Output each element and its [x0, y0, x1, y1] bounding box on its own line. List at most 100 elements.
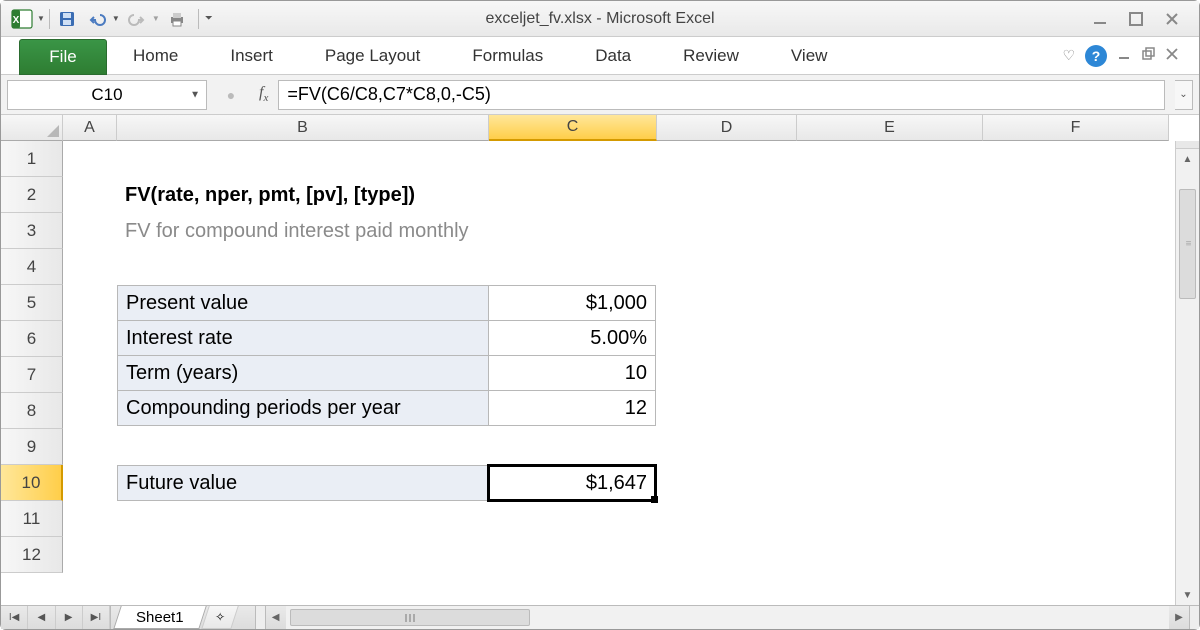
cell-c5[interactable]: $1,000: [488, 285, 656, 321]
row-header-5[interactable]: 5: [1, 285, 63, 321]
name-box-value: C10: [91, 85, 122, 105]
scroll-up-button[interactable]: ▲: [1183, 149, 1193, 169]
sheet-tab-active[interactable]: Sheet1: [113, 606, 206, 629]
sheet-next-button[interactable]: ▶: [56, 606, 83, 629]
name-box-dropdown-icon[interactable]: ▼: [190, 89, 200, 100]
sheet-prev-button[interactable]: ◀: [28, 606, 55, 629]
maximize-button[interactable]: [1127, 10, 1145, 28]
row-header-7[interactable]: 7: [1, 357, 63, 393]
qat-separator: [49, 9, 50, 29]
row-header-8[interactable]: 8: [1, 393, 63, 429]
cell-c6[interactable]: 5.00%: [488, 320, 656, 356]
col-header-b[interactable]: B: [117, 115, 489, 141]
col-header-a[interactable]: A: [63, 115, 117, 141]
fx-cancel-icon[interactable]: ●: [213, 87, 249, 103]
quick-access-toolbar: ▼ ▼ ⏷: [54, 6, 213, 32]
sheet-tab-bar: I◀ ◀ ▶ ▶I Sheet1 ✧ ◀ ▶: [1, 605, 1199, 629]
fx-icon[interactable]: fx: [259, 84, 268, 104]
scroll-down-button[interactable]: ▼: [1183, 585, 1193, 605]
undo-button[interactable]: [84, 6, 110, 32]
logo-dropdown-icon[interactable]: ▼: [37, 14, 45, 23]
vertical-scroll-track[interactable]: ≡: [1176, 169, 1199, 585]
tab-home[interactable]: Home: [107, 37, 204, 74]
cell-b8[interactable]: Compounding periods per year: [117, 390, 489, 426]
vertical-scrollbar[interactable]: ▲ ≡ ▼: [1175, 141, 1199, 605]
undo-dropdown-icon[interactable]: ▼: [112, 14, 120, 23]
ribbon-minimize-icon[interactable]: ♡: [1062, 47, 1075, 64]
cell-b5[interactable]: Present value: [117, 285, 489, 321]
select-all-button[interactable]: [1, 115, 63, 141]
formula-input[interactable]: =FV(C6/C8,C7*C8,0,-C5): [278, 80, 1165, 110]
sheet-tab-label: Sheet1: [136, 609, 184, 626]
tab-data[interactable]: Data: [569, 37, 657, 74]
workbook-minimize-button[interactable]: [1117, 47, 1131, 64]
row-header-12[interactable]: 12: [1, 537, 63, 573]
close-button[interactable]: [1163, 10, 1181, 28]
col-header-c[interactable]: C: [489, 115, 657, 141]
tab-page-layout[interactable]: Page Layout: [299, 37, 446, 74]
row-header-11[interactable]: 11: [1, 501, 63, 537]
sheet-first-button[interactable]: I◀: [1, 606, 28, 629]
formula-bar-expand-button[interactable]: ⌄: [1175, 80, 1193, 110]
redo-dropdown-icon[interactable]: ▼: [152, 14, 160, 23]
row-header-6[interactable]: 6: [1, 321, 63, 357]
insert-sheet-button[interactable]: ✧: [201, 606, 238, 629]
column-headers: A B C D E F: [1, 115, 1199, 141]
cell-b2[interactable]: FV(rate, nper, pmt, [pv], [type]): [117, 177, 423, 213]
window-title: exceljet_fv.xlsx - Microsoft Excel: [485, 10, 714, 28]
cell-b6[interactable]: Interest rate: [117, 320, 489, 356]
formula-text: =FV(C6/C8,C7*C8,0,-C5): [287, 84, 491, 105]
print-button[interactable]: [164, 6, 190, 32]
row-header-1[interactable]: 1: [1, 141, 63, 177]
qat-separator: [198, 9, 199, 29]
redo-button[interactable]: [124, 6, 150, 32]
row-header-4[interactable]: 4: [1, 249, 63, 285]
tab-split-handle[interactable]: [256, 606, 266, 629]
row-header-10[interactable]: 10: [1, 465, 63, 501]
insert-sheet-icon: ✧: [215, 610, 225, 624]
row-header-9[interactable]: 9: [1, 429, 63, 465]
help-button[interactable]: ?: [1085, 45, 1107, 67]
ribbon: File Home Insert Page Layout Formulas Da…: [1, 37, 1199, 75]
svg-text:X: X: [13, 15, 20, 26]
horizontal-scroll-thumb[interactable]: [290, 609, 530, 626]
tab-insert[interactable]: Insert: [204, 37, 299, 74]
row-headers: 1 2 3 4 5 6 7 8 9 10 11 12: [1, 141, 63, 605]
cell-c10[interactable]: $1,647: [488, 465, 656, 501]
vertical-scroll-thumb[interactable]: ≡: [1179, 189, 1196, 299]
tab-view[interactable]: View: [765, 37, 854, 74]
scroll-right-button[interactable]: ▶: [1169, 612, 1189, 623]
tab-review[interactable]: Review: [657, 37, 765, 74]
titlebar: X ▼ ▼ ▼ ⏷ exceljet_fv.xlsx - Microsoft E…: [1, 1, 1199, 37]
cells-area[interactable]: FV(rate, nper, pmt, [pv], [type]) FV for…: [63, 141, 1199, 605]
workbook-close-button[interactable]: [1165, 47, 1179, 64]
vertical-split-handle[interactable]: [1176, 141, 1199, 149]
sheet-last-button[interactable]: ▶I: [83, 606, 110, 629]
scroll-left-button[interactable]: ◀: [266, 612, 286, 623]
cell-b10[interactable]: Future value: [117, 465, 489, 501]
horizontal-split-handle[interactable]: [1189, 606, 1199, 629]
formula-bar: C10 ▼ ● fx =FV(C6/C8,C7*C8,0,-C5) ⌄: [1, 75, 1199, 115]
qat-customize-icon[interactable]: ⏷: [205, 13, 213, 24]
col-header-f[interactable]: F: [983, 115, 1169, 141]
cell-b3[interactable]: FV for compound interest paid monthly: [117, 213, 477, 249]
name-box[interactable]: C10 ▼: [7, 80, 207, 110]
save-button[interactable]: [54, 6, 80, 32]
tab-formulas[interactable]: Formulas: [446, 37, 569, 74]
cell-c7[interactable]: 10: [488, 355, 656, 391]
cell-b7[interactable]: Term (years): [117, 355, 489, 391]
cell-c8[interactable]: 12: [488, 390, 656, 426]
horizontal-scroll-track[interactable]: [286, 606, 1169, 629]
spreadsheet-grid: A B C D E F 1 2 3 4 5 6 7 8 9 10 11 12 F…: [1, 115, 1199, 605]
workbook-restore-button[interactable]: [1141, 47, 1155, 64]
col-header-d[interactable]: D: [657, 115, 797, 141]
excel-logo: X: [9, 6, 35, 32]
window-controls: [1091, 10, 1191, 28]
row-header-3[interactable]: 3: [1, 213, 63, 249]
col-header-e[interactable]: E: [797, 115, 983, 141]
row-header-2[interactable]: 2: [1, 177, 63, 213]
minimize-button[interactable]: [1091, 10, 1109, 28]
file-tab[interactable]: File: [19, 39, 107, 75]
horizontal-scrollbar[interactable]: ◀ ▶: [255, 606, 1199, 629]
sheet-nav: I◀ ◀ ▶ ▶I: [1, 606, 111, 629]
